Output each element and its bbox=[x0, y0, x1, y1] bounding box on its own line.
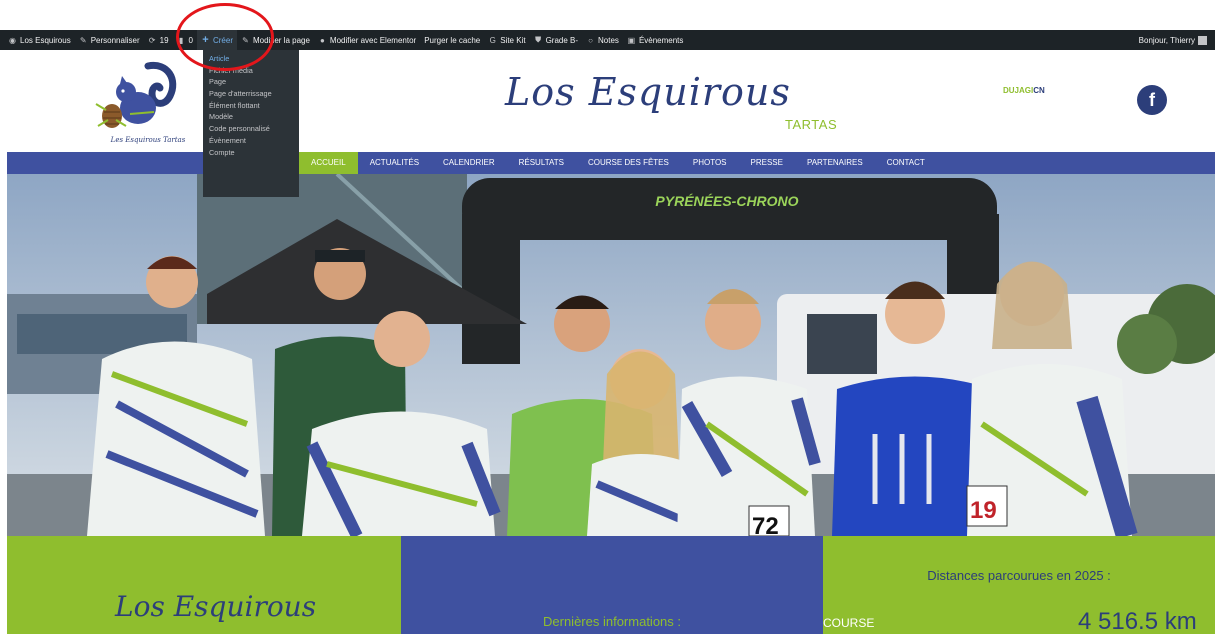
comments-icon: ▮ bbox=[178, 35, 184, 45]
updates-icon: ⟳ bbox=[148, 35, 156, 45]
nav-item-actualites[interactable]: ACTUALITÉS bbox=[358, 152, 431, 174]
distance-value-course: 4 516.5 km bbox=[1078, 608, 1197, 634]
create-menu-item-article[interactable]: Article bbox=[203, 53, 299, 65]
panel-distances-title: Distances parcourues en 2025 : bbox=[927, 568, 1111, 583]
wordpress-icon: ◉ bbox=[9, 35, 16, 45]
google-icon: G bbox=[489, 35, 496, 45]
admin-bar-purge-cache[interactable]: Purger le cache bbox=[420, 30, 484, 50]
nav-item-presse[interactable]: PRESSE bbox=[739, 152, 795, 174]
facebook-icon[interactable]: f bbox=[1137, 85, 1167, 115]
create-menu-item-event[interactable]: Évènement bbox=[203, 135, 299, 147]
admin-bar-comments[interactable]: ▮ 0 bbox=[173, 30, 197, 50]
create-menu-item-page[interactable]: Page bbox=[203, 76, 299, 88]
bib-number: 19 bbox=[970, 497, 997, 524]
notes-icon: ○ bbox=[588, 35, 593, 45]
admin-bar-events-label: Évènements bbox=[638, 35, 684, 45]
admin-bar-elementor[interactable]: ● Modifier avec Elementor bbox=[314, 30, 420, 50]
admin-bar-grade[interactable]: ⛊ Grade B- bbox=[530, 30, 582, 50]
admin-bar-purge-cache-label: Purger le cache bbox=[424, 35, 481, 45]
admin-bar-notes[interactable]: ○ Notes bbox=[582, 30, 623, 50]
shield-icon: ⛊ bbox=[535, 35, 542, 44]
create-menu-item-template[interactable]: Modèle bbox=[203, 111, 299, 123]
create-menu-item-floating-element[interactable]: Élément flottant bbox=[203, 100, 299, 112]
admin-bar-events[interactable]: ▣ Évènements bbox=[623, 30, 687, 50]
create-menu-item-custom-code[interactable]: Code personnalisé bbox=[203, 123, 299, 135]
admin-bar-customize[interactable]: ✎ Personnaliser bbox=[75, 30, 144, 50]
hero-photo: PYRÉNÉES-CHRONO 72 19 bbox=[7, 174, 1215, 536]
admin-bar-site[interactable]: ◉ Los Esquirous bbox=[4, 30, 75, 50]
arch-banner-text: PYRÉNÉES-CHRONO bbox=[655, 193, 798, 209]
bib-number: 72 bbox=[752, 513, 779, 536]
admin-bar-site-kit[interactable]: G Site Kit bbox=[484, 30, 529, 50]
create-menu-item-landing-page[interactable]: Page d'atterrissage bbox=[203, 88, 299, 100]
nav-item-resultats[interactable]: RÉSULTATS bbox=[507, 152, 576, 174]
site-title[interactable]: Los Esquirous bbox=[505, 70, 791, 114]
site-subtitle: TARTAS bbox=[785, 117, 838, 132]
nav-item-photos[interactable]: PHOTOS bbox=[681, 152, 739, 174]
admin-bar-customize-label: Personnaliser bbox=[90, 35, 140, 45]
create-menu-item-account[interactable]: Compte bbox=[203, 147, 299, 159]
admin-bar: ◉ Los Esquirous ✎ Personnaliser ⟳ 19 ▮ 0 + Cr… bbox=[0, 30, 1215, 50]
admin-bar-site-label: Los Esquirous bbox=[20, 35, 71, 45]
admin-bar-greeting: Bonjour, Thierry bbox=[1138, 35, 1195, 45]
brush-icon: ✎ bbox=[79, 35, 87, 45]
panel-latest-news-title: Dernières informations : bbox=[543, 614, 681, 629]
elementor-icon: ● bbox=[320, 35, 325, 45]
sponsor-logo-suffix: CN bbox=[1033, 86, 1045, 95]
admin-bar-updates-count: 19 bbox=[159, 35, 169, 45]
admin-bar-edit-page-label: Modifier la page bbox=[253, 35, 310, 45]
panel-club-title: Los Esquirous bbox=[115, 590, 317, 623]
nav-item-course-des-fetes[interactable]: COURSE DES FÊTES bbox=[576, 152, 681, 174]
admin-bar-account[interactable]: Bonjour, Thierry bbox=[1135, 30, 1211, 50]
sponsor-logo-name: DUJAGI bbox=[1003, 86, 1034, 95]
calendar-icon: ▣ bbox=[627, 35, 636, 45]
panel-distances: Distances parcourues en 2025 : COURSE 4 … bbox=[823, 536, 1215, 634]
sponsor-logo[interactable]: DUJAGI CN bbox=[1003, 86, 1045, 95]
create-menu-item-media[interactable]: Fichier média bbox=[203, 65, 299, 77]
admin-bar-grade-label: Grade B- bbox=[545, 35, 579, 45]
site-header: Les Esquirous Tartas Los Esquirous TARTA… bbox=[0, 50, 1215, 152]
admin-bar-elementor-label: Modifier avec Elementor bbox=[329, 35, 417, 45]
admin-bar-site-kit-label: Site Kit bbox=[500, 35, 526, 45]
avatar bbox=[1198, 35, 1207, 45]
admin-bar-comments-count: 0 bbox=[188, 35, 193, 45]
group-photo-illustration: PYRÉNÉES-CHRONO 72 19 bbox=[7, 174, 1215, 536]
panel-club: Los Esquirous bbox=[7, 536, 401, 634]
pencil-icon: ✎ bbox=[242, 35, 249, 45]
nav-item-contact[interactable]: CONTACT bbox=[875, 152, 937, 174]
nav-item-partenaires[interactable]: PARTENAIRES bbox=[795, 152, 875, 174]
main-nav: ACCUEIL ACTUALITÉS CALENDRIER RÉSULTATS … bbox=[7, 152, 1215, 174]
admin-bar-notes-label: Notes bbox=[598, 35, 619, 45]
squirrel-logo[interactable]: Les Esquirous Tartas bbox=[86, 56, 186, 151]
nav-item-accueil[interactable]: ACCUEIL bbox=[299, 152, 358, 174]
admin-bar-updates[interactable]: ⟳ 19 bbox=[144, 30, 173, 50]
nav-item-calendrier[interactable]: CALENDRIER bbox=[431, 152, 507, 174]
admin-bar-edit-page[interactable]: ✎ Modifier la page bbox=[237, 30, 314, 50]
panel-latest-news: Dernières informations : bbox=[401, 536, 823, 634]
plus-icon: + bbox=[202, 34, 209, 46]
create-dropdown-menu: Article Fichier média Page Page d'atterr… bbox=[203, 50, 299, 197]
logo-caption: Les Esquirous Tartas bbox=[110, 136, 186, 144]
admin-bar-create[interactable]: + Créer bbox=[196, 30, 237, 50]
distance-label-course: COURSE bbox=[823, 616, 875, 630]
admin-bar-create-label: Créer bbox=[212, 35, 233, 45]
